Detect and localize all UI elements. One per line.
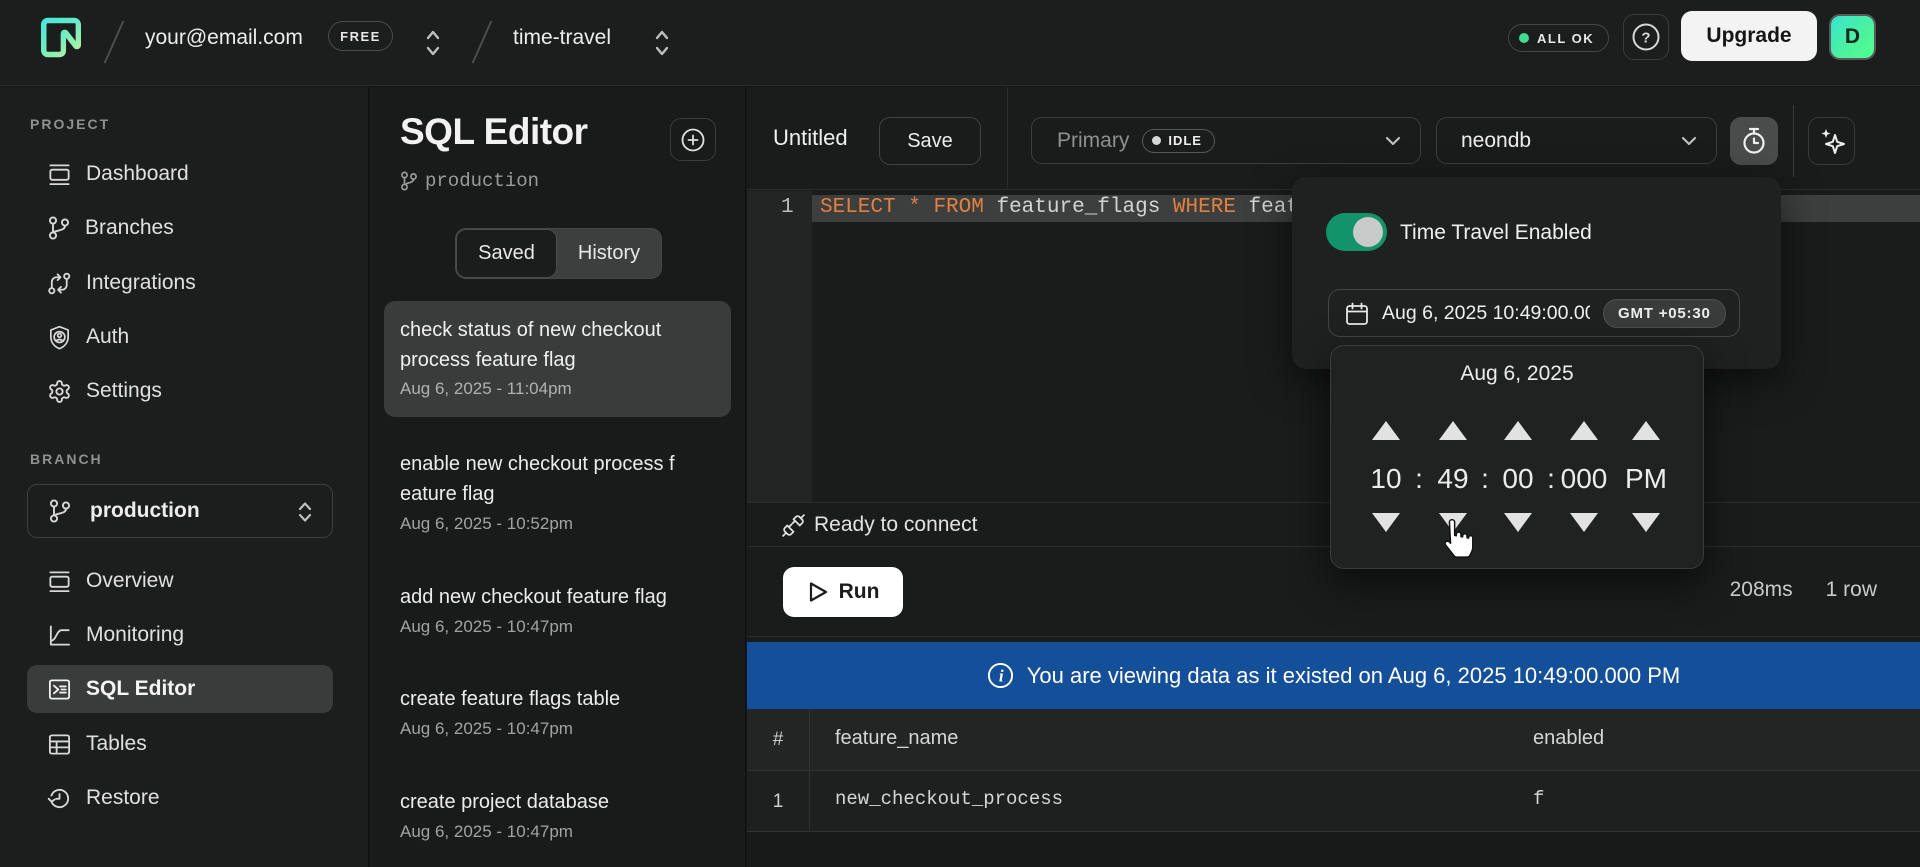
svg-text:?: ? bbox=[1641, 30, 1650, 47]
svg-text:i: i bbox=[999, 667, 1004, 686]
